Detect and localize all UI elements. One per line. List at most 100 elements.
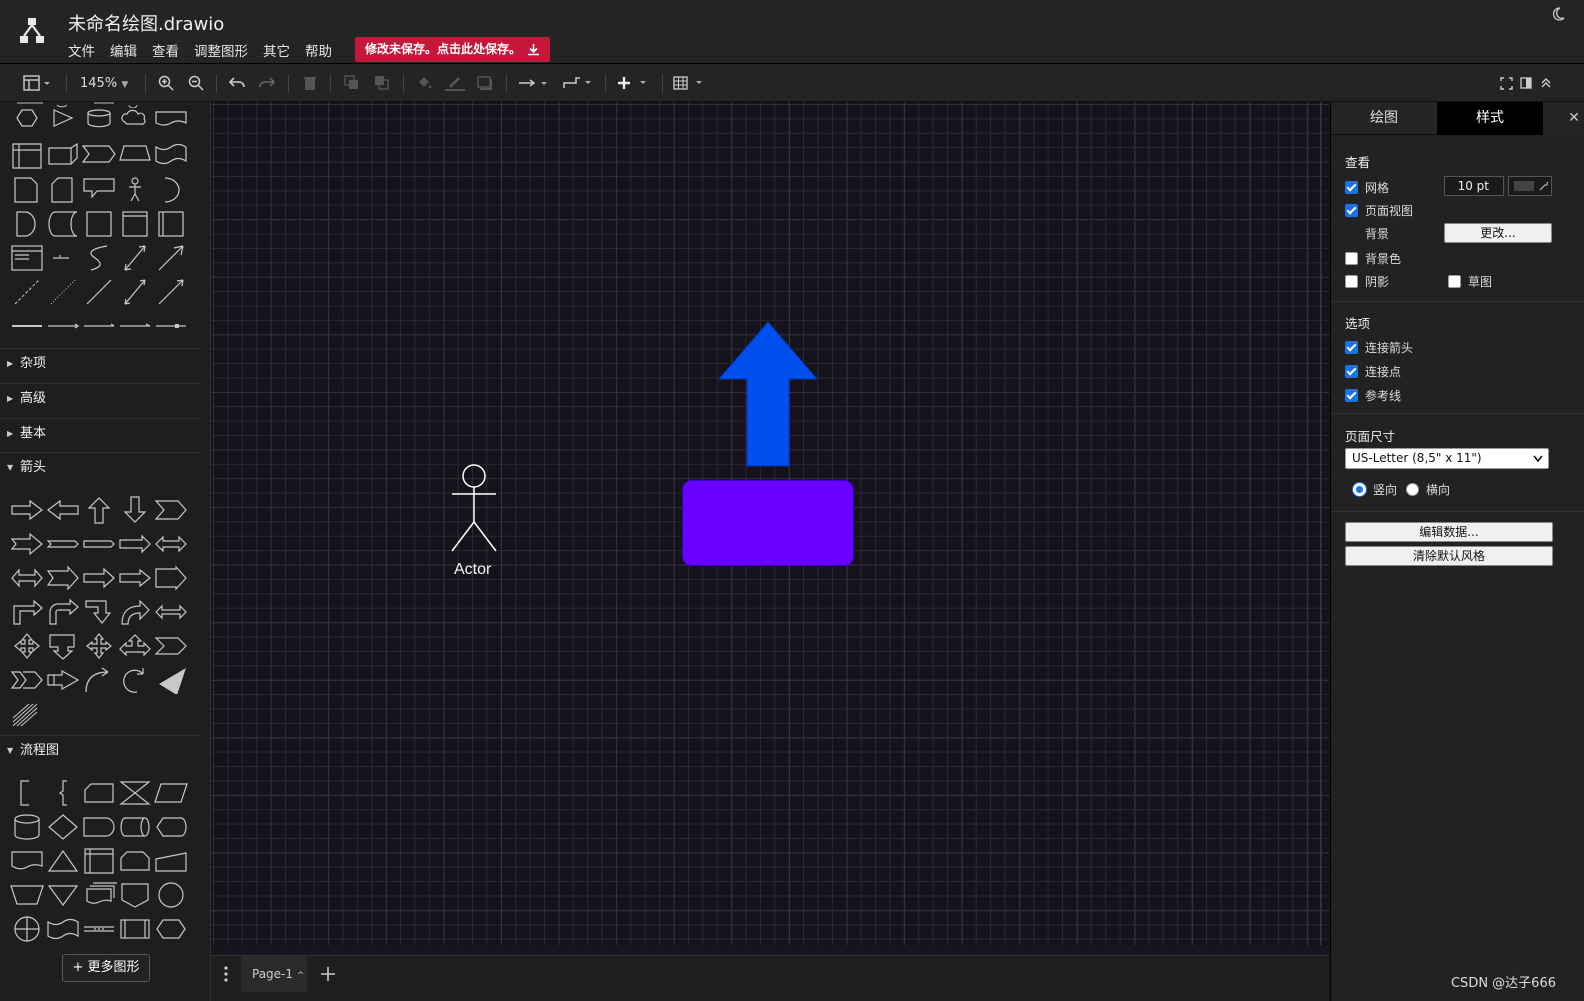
table-button[interactable] (673, 72, 707, 94)
shape-arrow-diagonal-icon[interactable] (153, 241, 189, 275)
zoom-level-dropdown[interactable]: 145% ▼ (80, 76, 128, 91)
zoom-in-button[interactable] (157, 72, 175, 94)
shape-bent-up-icon[interactable] (45, 595, 81, 629)
format-panel-toggle-button[interactable] (20, 72, 54, 94)
shape-multi-document-icon[interactable] (81, 878, 117, 912)
collapse-button[interactable] (1538, 72, 1554, 94)
shape-u-turn-down-icon[interactable] (81, 595, 117, 629)
menu-arrange[interactable]: 调整图形 (194, 40, 248, 60)
bg-color-checkbox[interactable] (1345, 252, 1358, 265)
shape-triple-arrow-icon[interactable] (117, 629, 153, 663)
shape-link-circle-icon[interactable] (117, 309, 153, 343)
sketch-checkbox[interactable] (1448, 275, 1461, 288)
shape-loop-limit-icon[interactable] (117, 844, 153, 878)
shape-or-icon[interactable] (153, 173, 189, 207)
to-back-button[interactable] (373, 72, 391, 94)
category-misc[interactable]: ▶ 杂项 (0, 348, 200, 382)
connection-points-option[interactable]: 连接点 (1345, 363, 1401, 380)
pages-menu-icon[interactable] (223, 966, 229, 982)
undo-button[interactable] (228, 72, 246, 94)
connection-arrows-option[interactable]: 连接箭头 (1345, 339, 1413, 356)
shape-annotation-brace-icon[interactable] (45, 776, 81, 810)
shape-left-right-up-icon[interactable] (153, 595, 189, 629)
shape-extract-icon[interactable] (45, 844, 81, 878)
shape-flex-arrow-icon[interactable] (153, 663, 189, 697)
shape-dashed-line-icon[interactable] (9, 275, 45, 309)
shape-striped-arrow-icon[interactable] (45, 561, 81, 595)
to-front-button[interactable] (343, 72, 361, 94)
shape-link-square-icon[interactable] (153, 309, 189, 343)
bg-color-option[interactable]: 背景色 (1345, 250, 1401, 267)
category-advanced[interactable]: ▶ 高级 (0, 383, 200, 417)
shape-chevron-icon[interactable] (153, 493, 189, 527)
connection-points-checkbox[interactable] (1345, 365, 1358, 378)
toggle-panel-button[interactable] (1518, 72, 1534, 94)
shape-process-icon[interactable] (117, 912, 153, 946)
connection-style-button[interactable] (518, 72, 550, 94)
insert-button[interactable] (617, 72, 651, 94)
guides-checkbox[interactable] (1345, 389, 1358, 402)
shape-preparation-icon[interactable] (153, 912, 189, 946)
dark-mode-moon-icon[interactable] (1550, 6, 1566, 22)
shape-arrow-right-2-icon[interactable] (81, 561, 117, 595)
shape-arrow-left-icon[interactable] (45, 493, 81, 527)
shape-link-dash-icon[interactable] (81, 309, 117, 343)
drawio-logo-icon[interactable] (18, 16, 46, 46)
shadow-option[interactable]: 阴影 (1345, 273, 1389, 290)
shape-delay-shape-icon[interactable] (81, 810, 117, 844)
tab-diagram[interactable]: 绘图 (1331, 102, 1437, 135)
shape-trapezoid-icon[interactable] (117, 139, 153, 173)
waypoints-button[interactable] (562, 72, 594, 94)
edit-data-button[interactable]: 编辑数据... (1345, 522, 1553, 542)
menu-edit[interactable]: 编辑 (110, 40, 137, 60)
shape-label-icon[interactable] (45, 241, 81, 275)
shape-callout-arrow-icon[interactable] (81, 527, 117, 561)
shape-jump-arrow-icon[interactable] (153, 629, 189, 663)
category-arrows[interactable]: ▼ 箭头 (0, 452, 200, 486)
page-size-select[interactable]: US-Letter (8,5" x 11") (1345, 448, 1549, 469)
shape-tape-icon[interactable] (153, 139, 189, 173)
shape-arrow-right-icon[interactable] (9, 493, 45, 527)
shape-double-arrow-2-icon[interactable] (9, 561, 45, 595)
shape-split-arrow-icon[interactable] (9, 663, 45, 697)
up-arrow-shape[interactable] (717, 321, 821, 467)
shape-collate-icon[interactable] (117, 776, 153, 810)
shape-bidirectional-arrow-icon[interactable] (117, 241, 153, 275)
delete-button[interactable] (301, 72, 319, 94)
unsaved-changes-button[interactable]: 修改未保存。点击此处保存。 (355, 37, 551, 62)
landscape-radio[interactable] (1406, 483, 1419, 496)
shape-internal-storage-shape-icon[interactable] (81, 844, 117, 878)
shape-document-shape-icon[interactable] (9, 844, 45, 878)
shape-vertical-container-icon[interactable] (153, 207, 189, 241)
close-panel-button[interactable]: ✕ (1543, 102, 1584, 135)
shape-display-icon[interactable] (153, 810, 189, 844)
shape-curve-icon[interactable] (81, 241, 117, 275)
shape-block-arrow-icon[interactable] (45, 663, 81, 697)
shape-arrow-up-icon[interactable] (81, 493, 117, 527)
guides-option[interactable]: 参考线 (1345, 387, 1401, 404)
shape-direct-data-icon[interactable] (117, 810, 153, 844)
shape-data-icon[interactable] (153, 776, 189, 810)
shape-bidirectional-connector-icon[interactable] (117, 275, 153, 309)
shape-cross-arrow-icon[interactable] (81, 629, 117, 663)
shape-callout-icon[interactable] (81, 173, 117, 207)
shape-callout-down-icon[interactable] (45, 629, 81, 663)
shape-manual-operation-icon[interactable] (9, 878, 45, 912)
fullscreen-button[interactable] (1498, 72, 1514, 94)
menu-view[interactable]: 查看 (152, 40, 179, 60)
shape-paper-tape-icon[interactable] (45, 912, 81, 946)
shape-arc-arrow-icon[interactable] (81, 663, 117, 697)
shape-arrow-right-3-icon[interactable] (117, 561, 153, 595)
rounded-rectangle-shape[interactable] (682, 480, 854, 566)
redo-button[interactable] (258, 72, 276, 94)
shape-directional-connector-icon[interactable] (153, 275, 189, 309)
sketch-option[interactable]: 草图 (1448, 273, 1492, 290)
add-page-icon[interactable] (320, 966, 336, 982)
shadow-button[interactable] (476, 72, 494, 94)
shadow-checkbox[interactable] (1345, 275, 1358, 288)
shape-cloud-icon[interactable] (117, 105, 153, 139)
grid-color-button[interactable] (1508, 176, 1552, 196)
shape-or-shape-icon[interactable] (9, 912, 45, 946)
shape-hexagon-icon[interactable] (9, 105, 45, 139)
shape-database-icon[interactable] (9, 810, 45, 844)
